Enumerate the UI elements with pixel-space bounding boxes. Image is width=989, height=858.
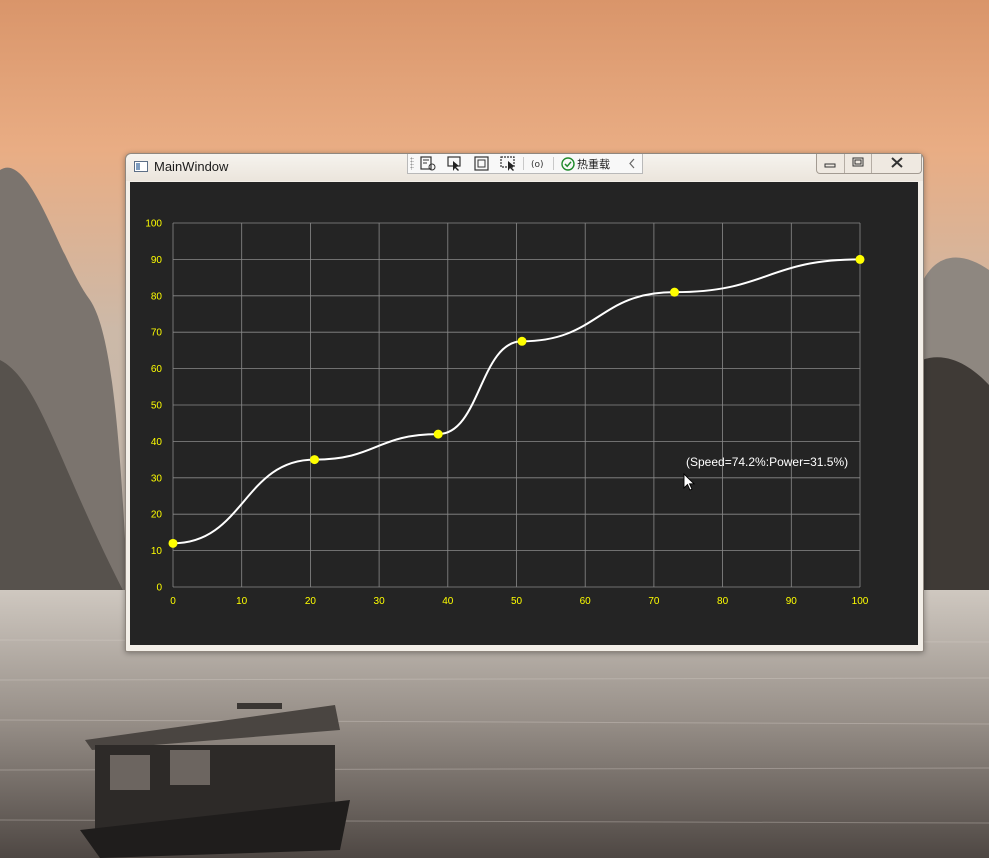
x-tick-label: 100 <box>852 596 869 607</box>
debug-toolbar: (o) 热重载 <box>407 154 643 174</box>
x-tick-label: 50 <box>511 596 523 607</box>
y-tick-label: 40 <box>151 437 163 448</box>
data-point <box>670 287 680 297</box>
track-focus-icon[interactable] <box>499 155 517 172</box>
toolbar-separator <box>553 157 554 170</box>
y-tick-label: 80 <box>151 291 163 302</box>
data-point <box>310 455 320 465</box>
y-tick-label: 60 <box>151 364 163 375</box>
x-tick-label: 0 <box>170 596 176 607</box>
maximize-button[interactable] <box>844 154 871 173</box>
chart-area: 0 10 20 30 40 50 60 70 80 90 100 0 10 20 30 40 50 60 70 80 9… <box>130 182 918 645</box>
data-point <box>517 336 527 346</box>
y-tick-label: 10 <box>151 546 163 557</box>
y-tick-label: 20 <box>151 510 163 521</box>
y-tick-label: 30 <box>151 473 163 484</box>
check-icon <box>561 157 575 171</box>
toolbar-separator <box>523 157 524 170</box>
minimize-button[interactable] <box>817 154 843 173</box>
chevron-left-icon[interactable] <box>626 155 638 172</box>
y-tick-label: 90 <box>151 255 163 266</box>
hot-reload-label: 热重载 <box>577 158 610 171</box>
maximize-icon <box>852 157 864 167</box>
mouse-cursor-icon <box>683 473 695 491</box>
x-tick-label: 10 <box>236 596 248 607</box>
app-window-icon <box>134 161 148 172</box>
minimize-icon <box>824 163 836 168</box>
main-window: MainWindow (o) 热重载 0 10 20 30 40 50 60 7… <box>125 153 924 652</box>
speed-power-chart: 0 10 20 30 40 50 60 70 80 90 100 0 10 20 30 40 50 60 70 80 9… <box>130 182 918 645</box>
data-point <box>433 429 443 439</box>
y-tick-label: 70 <box>151 328 163 339</box>
x-tick-label: 20 <box>305 596 317 607</box>
x-tick-label: 30 <box>374 596 386 607</box>
x-tick-label: 70 <box>648 596 660 607</box>
toolbar-grip-icon[interactable] <box>410 157 414 170</box>
pointer-icon[interactable] <box>446 155 464 172</box>
data-point <box>855 254 865 264</box>
plot-background <box>130 182 918 645</box>
x-tick-label: 40 <box>442 596 454 607</box>
data-point <box>168 538 178 548</box>
x-tick-label: 60 <box>580 596 592 607</box>
close-icon <box>891 157 903 168</box>
caption-buttons <box>816 154 922 174</box>
binding-icon[interactable]: (o) <box>529 155 547 172</box>
hot-reload-button[interactable]: 热重载 <box>559 155 621 172</box>
window-title: MainWindow <box>154 159 229 174</box>
select-element-icon[interactable] <box>419 155 437 172</box>
title-bar[interactable]: MainWindow (o) 热重载 <box>126 154 923 181</box>
y-tick-label: 50 <box>151 401 163 412</box>
y-tick-label: 100 <box>145 219 162 230</box>
x-tick-label: 80 <box>717 596 729 607</box>
svg-text:(o): (o) <box>531 160 544 170</box>
hover-tooltip: (Speed=74.2%:Power=31.5%) <box>686 455 849 469</box>
close-button[interactable] <box>871 154 922 173</box>
display-layout-icon[interactable] <box>473 155 491 172</box>
y-tick-label: 0 <box>156 583 162 594</box>
x-tick-label: 90 <box>786 596 798 607</box>
